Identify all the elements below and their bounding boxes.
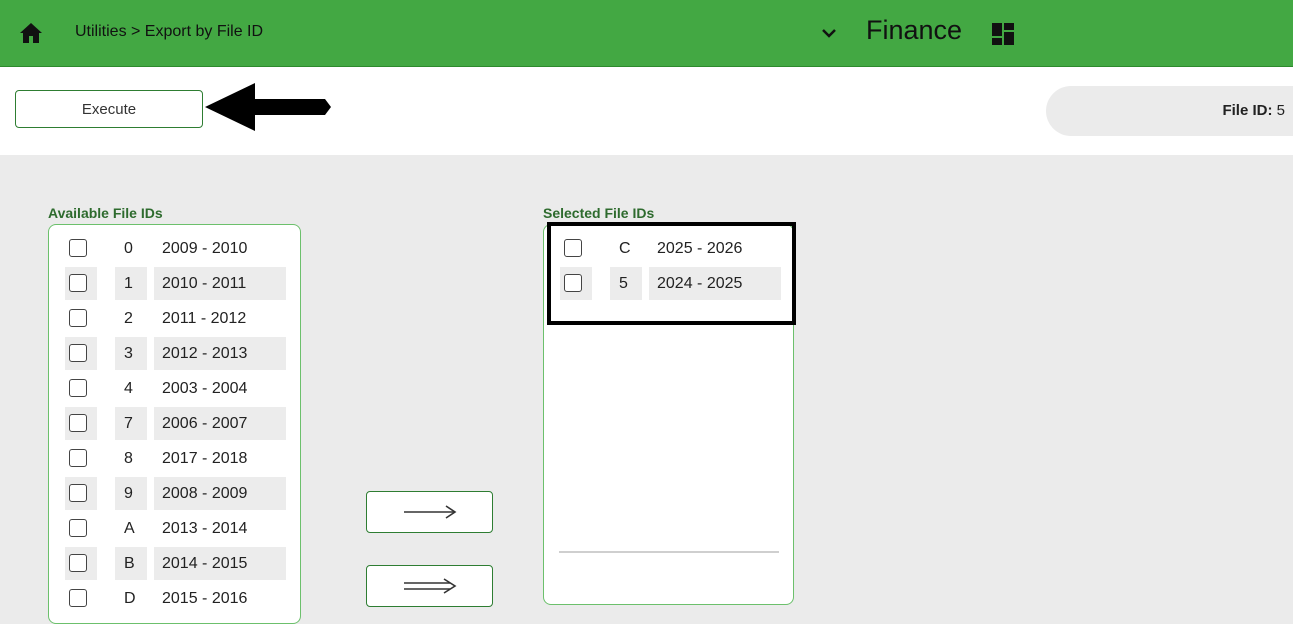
row-checkbox[interactable] [69, 554, 87, 572]
file-id-years: 2015 - 2016 [162, 590, 248, 607]
file-id-years: 2003 - 2004 [162, 380, 248, 397]
file-id-code: 7 [115, 407, 147, 440]
row-checkbox[interactable] [69, 239, 87, 257]
file-id-value: 5 [1276, 102, 1285, 119]
move-selected-button[interactable] [366, 491, 493, 533]
annotation-arrow-icon [205, 83, 331, 131]
file-id-years: 2012 - 2013 [154, 337, 286, 370]
available-file-ids-list[interactable]: 0 2009 - 2010 1 2010 - 2011 2 2011 - 2012 3 201… [48, 224, 301, 624]
chevron-down-icon[interactable] [820, 24, 838, 42]
available-item-row[interactable]: 4 2003 - 2004 [49, 372, 300, 405]
row-checkbox[interactable] [69, 379, 87, 397]
row-checkbox[interactable] [69, 484, 87, 502]
row-checkbox[interactable] [69, 414, 87, 432]
file-id-years: 2006 - 2007 [154, 407, 286, 440]
available-item-row[interactable]: 8 2017 - 2018 [49, 442, 300, 475]
available-item-row[interactable]: A 2013 - 2014 [49, 512, 300, 545]
file-id-code: 0 [124, 240, 133, 257]
file-id-years: 2014 - 2015 [154, 547, 286, 580]
file-id-code: 4 [124, 380, 133, 397]
list-divider [559, 551, 779, 553]
row-checkbox[interactable] [69, 449, 87, 467]
available-item-row[interactable]: 7 2006 - 2007 [49, 407, 300, 440]
file-id-code: D [124, 590, 136, 607]
file-id-code: 1 [115, 267, 147, 300]
dashboard-grid-icon[interactable] [991, 22, 1015, 46]
available-item-row[interactable]: 1 2010 - 2011 [49, 267, 300, 300]
file-id-code: 3 [115, 337, 147, 370]
available-item-row[interactable]: 3 2012 - 2013 [49, 337, 300, 370]
row-checkbox[interactable] [69, 274, 87, 292]
file-id-years: 2008 - 2009 [154, 477, 286, 510]
row-checkbox[interactable] [69, 309, 87, 327]
file-id-code: B [115, 547, 147, 580]
available-item-row[interactable]: 0 2009 - 2010 [49, 232, 300, 265]
row-checkbox[interactable] [69, 344, 87, 362]
file-id-years: 2009 - 2010 [162, 240, 248, 257]
arrow-right-icon [403, 505, 456, 519]
execute-button[interactable]: Execute [15, 90, 203, 128]
available-list-label: Available File IDs [48, 205, 163, 221]
file-id-code: 8 [124, 450, 133, 467]
file-id-code: A [124, 520, 135, 537]
file-id-years: 2013 - 2014 [162, 520, 248, 537]
app-title[interactable]: Finance [866, 15, 962, 46]
file-id-code: 2 [124, 310, 133, 327]
row-checkbox[interactable] [69, 519, 87, 537]
file-id-display: File ID: 5 [1222, 102, 1285, 119]
selected-list-label: Selected File IDs [543, 205, 655, 221]
file-id-years: 2010 - 2011 [154, 267, 286, 300]
action-toolbar: Execute File ID: 5 [0, 67, 1293, 155]
breadcrumb[interactable]: Utilities > Export by File ID [75, 23, 263, 41]
file-id-years: 2017 - 2018 [162, 450, 248, 467]
move-all-button[interactable] [366, 565, 493, 607]
file-id-code: 9 [115, 477, 147, 510]
top-navigation-bar: Utilities > Export by File ID Finance [0, 0, 1293, 67]
available-item-row[interactable]: 9 2008 - 2009 [49, 477, 300, 510]
available-item-row[interactable]: 2 2011 - 2012 [49, 302, 300, 335]
available-item-row[interactable]: D 2015 - 2016 [49, 582, 300, 615]
home-icon[interactable] [19, 22, 43, 44]
available-item-row[interactable]: B 2014 - 2015 [49, 547, 300, 580]
row-checkbox[interactable] [69, 589, 87, 607]
double-arrow-right-icon [403, 578, 456, 594]
file-id-label: File ID: [1222, 102, 1273, 119]
highlight-outline [547, 222, 796, 325]
file-id-years: 2011 - 2012 [162, 310, 247, 327]
